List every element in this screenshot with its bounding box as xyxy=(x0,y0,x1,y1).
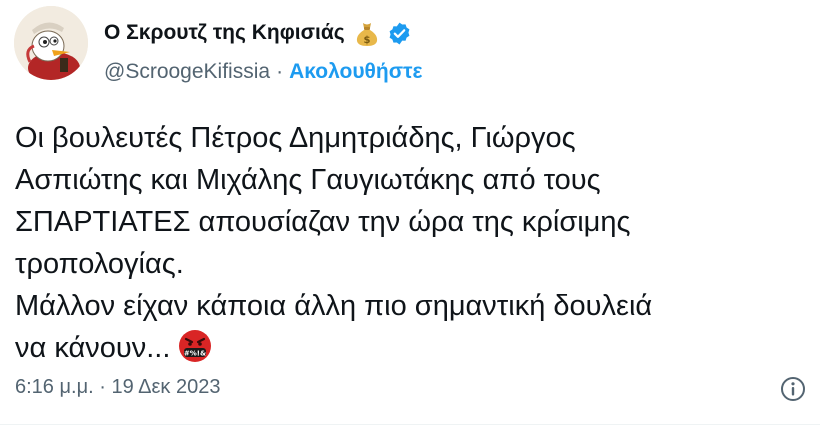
scrooge-avatar-icon xyxy=(14,6,88,80)
tweet-line: Μάλλον είχαν κάποια άλλη πιο σημαντική δ… xyxy=(15,290,653,322)
tweet-time[interactable]: 6:16 μ.μ. xyxy=(15,376,94,398)
bottom-divider xyxy=(0,424,820,425)
author-display-name[interactable]: Ο Σκρουτζ της Κηφισιάς xyxy=(104,21,345,45)
author-handle-row: @ScroogeKifissia · Ακολουθήστε xyxy=(104,58,422,86)
author-avatar[interactable] xyxy=(14,6,88,80)
tweet-text: Οι βουλευτές Πέτρος Δημητριάδης, Γιώργος… xyxy=(15,117,815,369)
tweet-meta: 6:16 μ.μ. · 19 Δεκ 2023 xyxy=(15,376,220,399)
tweet-last-line: να κάνουν... #%!& xyxy=(15,327,815,369)
meta-separator: · xyxy=(99,376,106,398)
author-name-row: Ο Σκρουτζ της Κηφισιάς $ xyxy=(104,18,412,48)
author-handle[interactable]: @ScroogeKifissia xyxy=(104,60,270,84)
tweet-line: Οι βουλευτές Πέτρος Δημητριάδης, Γιώργος xyxy=(15,122,576,154)
info-icon[interactable] xyxy=(778,374,808,404)
tweet-line: Ασπιώτης και Μιχάλης Γαυγιωτάκης από του… xyxy=(15,164,601,196)
cursing-face-icon: #%!& xyxy=(179,330,212,362)
tweet-card: Ο Σκρουτζ της Κηφισιάς $ @ScroogeKifissi… xyxy=(0,0,820,431)
verified-badge-icon xyxy=(389,22,410,44)
tweet-date[interactable]: 19 Δεκ 2023 xyxy=(111,376,220,398)
tweet-line: τροπολογίας. xyxy=(15,248,184,280)
follow-button[interactable]: Ακολουθήστε xyxy=(289,60,422,84)
tweet-line-text: να κάνουν... xyxy=(15,332,171,364)
money-bag-icon: $ xyxy=(356,23,377,46)
svg-text:$: $ xyxy=(363,35,370,46)
svg-text:#%!&: #%!& xyxy=(184,350,206,358)
handle-separator: · xyxy=(276,60,284,83)
tweet-line: ΣΠΑΡΤΙΑΤΕΣ απουσίαζαν την ώρα της κρίσιμ… xyxy=(15,206,631,238)
